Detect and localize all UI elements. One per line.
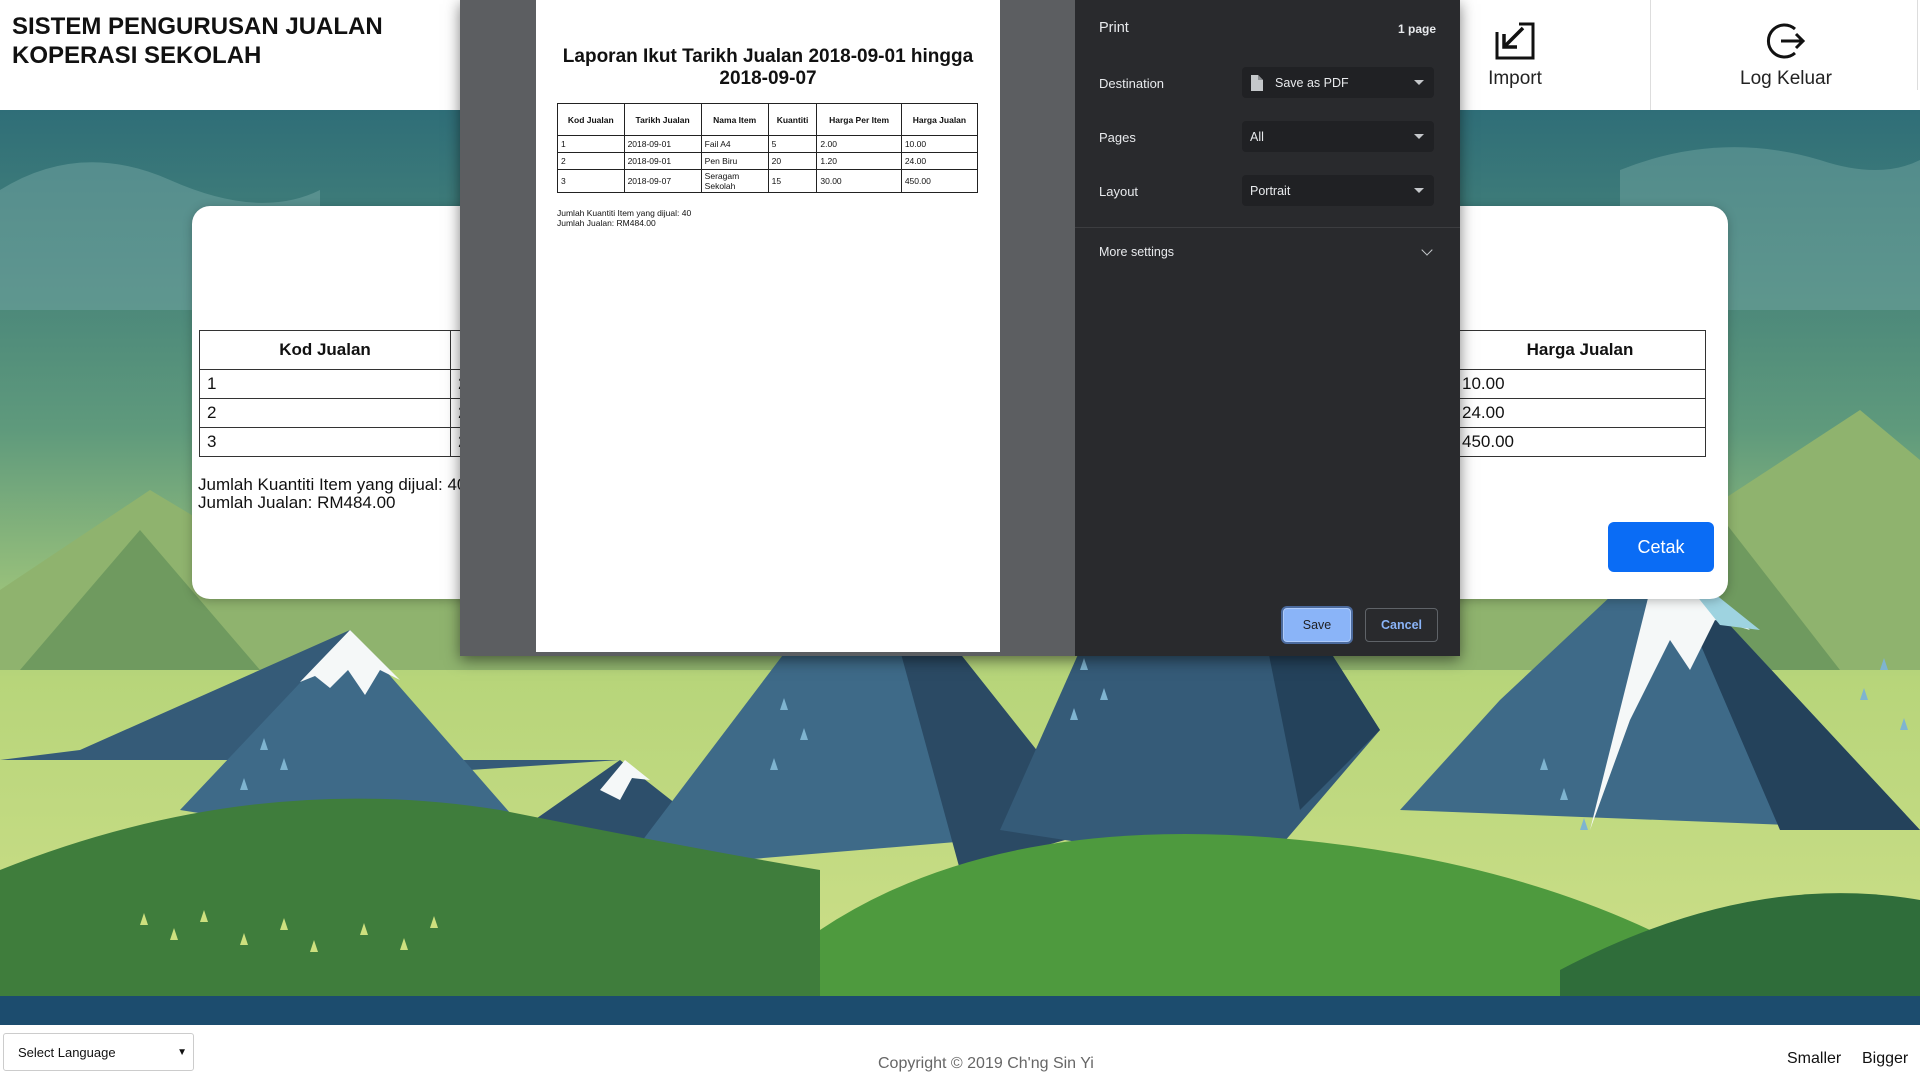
report-summary: Jumlah Kuantiti Item yang dijual: 40 Jum…: [198, 476, 466, 512]
column-header: Tarikh Jualan: [623, 103, 702, 136]
table-row: 3 2018-09-07 Seragam Sekolah 15 30.00 45…: [557, 169, 979, 193]
preview-total-sales: Jumlah Jualan: RM484.00: [557, 218, 656, 228]
logout-icon: [1766, 23, 1806, 59]
table-cell: 450.00: [1454, 427, 1706, 457]
total-sales-text: Jumlah Jualan: RM484.00: [198, 493, 396, 512]
logout-button[interactable]: Log Keluar: [1650, 0, 1920, 110]
header-divider: [1917, 0, 1918, 90]
print-dialog: Laporan Ikut Tarikh Jualan 2018-09-01 hi…: [460, 0, 1460, 656]
table-row: 2 2018-09-01 Pen Biru 20 1.20 24.00: [557, 152, 979, 170]
column-header: Harga Per Item: [816, 103, 902, 136]
dropdown-arrow-icon: [1414, 188, 1424, 193]
text-bigger-link[interactable]: Bigger: [1862, 1050, 1908, 1068]
cancel-button[interactable]: Cancel: [1365, 608, 1438, 642]
pages-value: All: [1250, 129, 1264, 144]
print-preview-area[interactable]: Laporan Ikut Tarikh Jualan 2018-09-01 hi…: [460, 0, 1075, 656]
column-header: Kod Jualan: [199, 330, 451, 370]
dropdown-arrow-icon: ▼: [177, 1047, 187, 1058]
more-settings-toggle[interactable]: More settings: [1099, 245, 1174, 259]
destination-select[interactable]: Save as PDF: [1242, 67, 1434, 98]
table-cell: 2018-09-01: [623, 135, 702, 153]
layout-select[interactable]: Portrait: [1242, 175, 1434, 206]
import-label: Import: [1488, 68, 1542, 89]
import-button[interactable]: Import: [1440, 0, 1590, 110]
table-cell: 2: [557, 152, 625, 170]
dropdown-arrow-icon: [1414, 134, 1424, 139]
table-cell: 450.00: [900, 169, 979, 193]
print-heading: Print: [1099, 20, 1129, 36]
preview-table: Kod Jualan Tarikh Jualan Nama Item Kuant…: [557, 103, 979, 193]
table-cell: 1.20: [816, 152, 902, 170]
app-title: SISTEM PENGURUSAN JUALAN KOPERASI SEKOLA…: [12, 13, 383, 69]
preview-summary: Jumlah Kuantiti Item yang dijual: 40 Jum…: [557, 208, 691, 228]
destination-value: Save as PDF: [1275, 75, 1349, 90]
table-cell: 2: [199, 398, 451, 428]
import-icon: [1495, 22, 1535, 60]
table-cell: Pen Biru: [700, 152, 769, 170]
language-select-label: Select Language: [18, 1044, 116, 1060]
table-cell: Fail A4: [700, 135, 769, 153]
column-header: Harga Jualan: [900, 103, 979, 136]
table-cell: 24.00: [900, 152, 979, 170]
print-button[interactable]: Cetak: [1608, 522, 1714, 572]
table-cell: 10.00: [1454, 369, 1706, 399]
print-settings-panel: Print 1 page Destination Save as PDF Pag…: [1075, 0, 1460, 656]
table-cell: 5: [767, 135, 818, 153]
column-header: Nama Item: [700, 103, 769, 136]
footer: Select Language ▼ Copyright © 2019 Ch'ng…: [0, 1025, 1920, 1080]
column-header: Kod Jualan: [557, 103, 625, 136]
logout-label: Log Keluar: [1740, 68, 1832, 89]
table-cell: 3: [557, 169, 625, 193]
destination-label: Destination: [1099, 76, 1165, 91]
chevron-down-icon[interactable]: [1421, 244, 1433, 256]
total-quantity-text: Jumlah Kuantiti Item yang dijual: 40: [198, 475, 467, 494]
column-header: Kuantiti: [767, 103, 818, 136]
table-cell: 1: [199, 369, 451, 399]
table-cell: 10.00: [900, 135, 979, 153]
page-count: 1 page: [1397, 22, 1436, 36]
preview-total-quantity: Jumlah Kuantiti Item yang dijual: 40: [557, 208, 692, 218]
table-cell: 24.00: [1454, 398, 1706, 428]
print-preview-page: Laporan Ikut Tarikh Jualan 2018-09-01 hi…: [536, 0, 1000, 652]
text-smaller-link[interactable]: Smaller: [1787, 1050, 1841, 1068]
table-cell: Seragam Sekolah: [700, 169, 769, 193]
layout-value: Portrait: [1250, 183, 1291, 198]
dropdown-arrow-icon: [1414, 80, 1424, 85]
table-cell: 15: [767, 169, 818, 193]
table-row: 1 2018-09-01 Fail A4 5 2.00 10.00: [557, 135, 979, 153]
pages-label: Pages: [1099, 130, 1136, 145]
table-header-row: Kod Jualan Tarikh Jualan Nama Item Kuant…: [557, 103, 979, 136]
settings-divider: [1075, 227, 1460, 228]
document-icon: [1251, 74, 1263, 91]
table-cell: 2018-09-07: [623, 169, 702, 193]
table-cell: 3: [199, 427, 451, 457]
table-cell: 2.00: [816, 135, 902, 153]
column-header: Harga Jualan: [1454, 330, 1706, 370]
table-cell: 2018-09-01: [623, 152, 702, 170]
language-select[interactable]: Select Language ▼: [3, 1033, 194, 1071]
table-cell: 20: [767, 152, 818, 170]
copyright-text: Copyright © 2019 Ch'ng Sin Yi: [878, 1055, 1094, 1072]
layout-label: Layout: [1099, 184, 1139, 199]
table-cell: 1: [557, 135, 625, 153]
save-button[interactable]: Save: [1283, 608, 1351, 642]
table-cell: 30.00: [816, 169, 902, 193]
preview-report-title: Laporan Ikut Tarikh Jualan 2018-09-01 hi…: [562, 46, 974, 89]
pages-select[interactable]: All: [1242, 121, 1434, 152]
